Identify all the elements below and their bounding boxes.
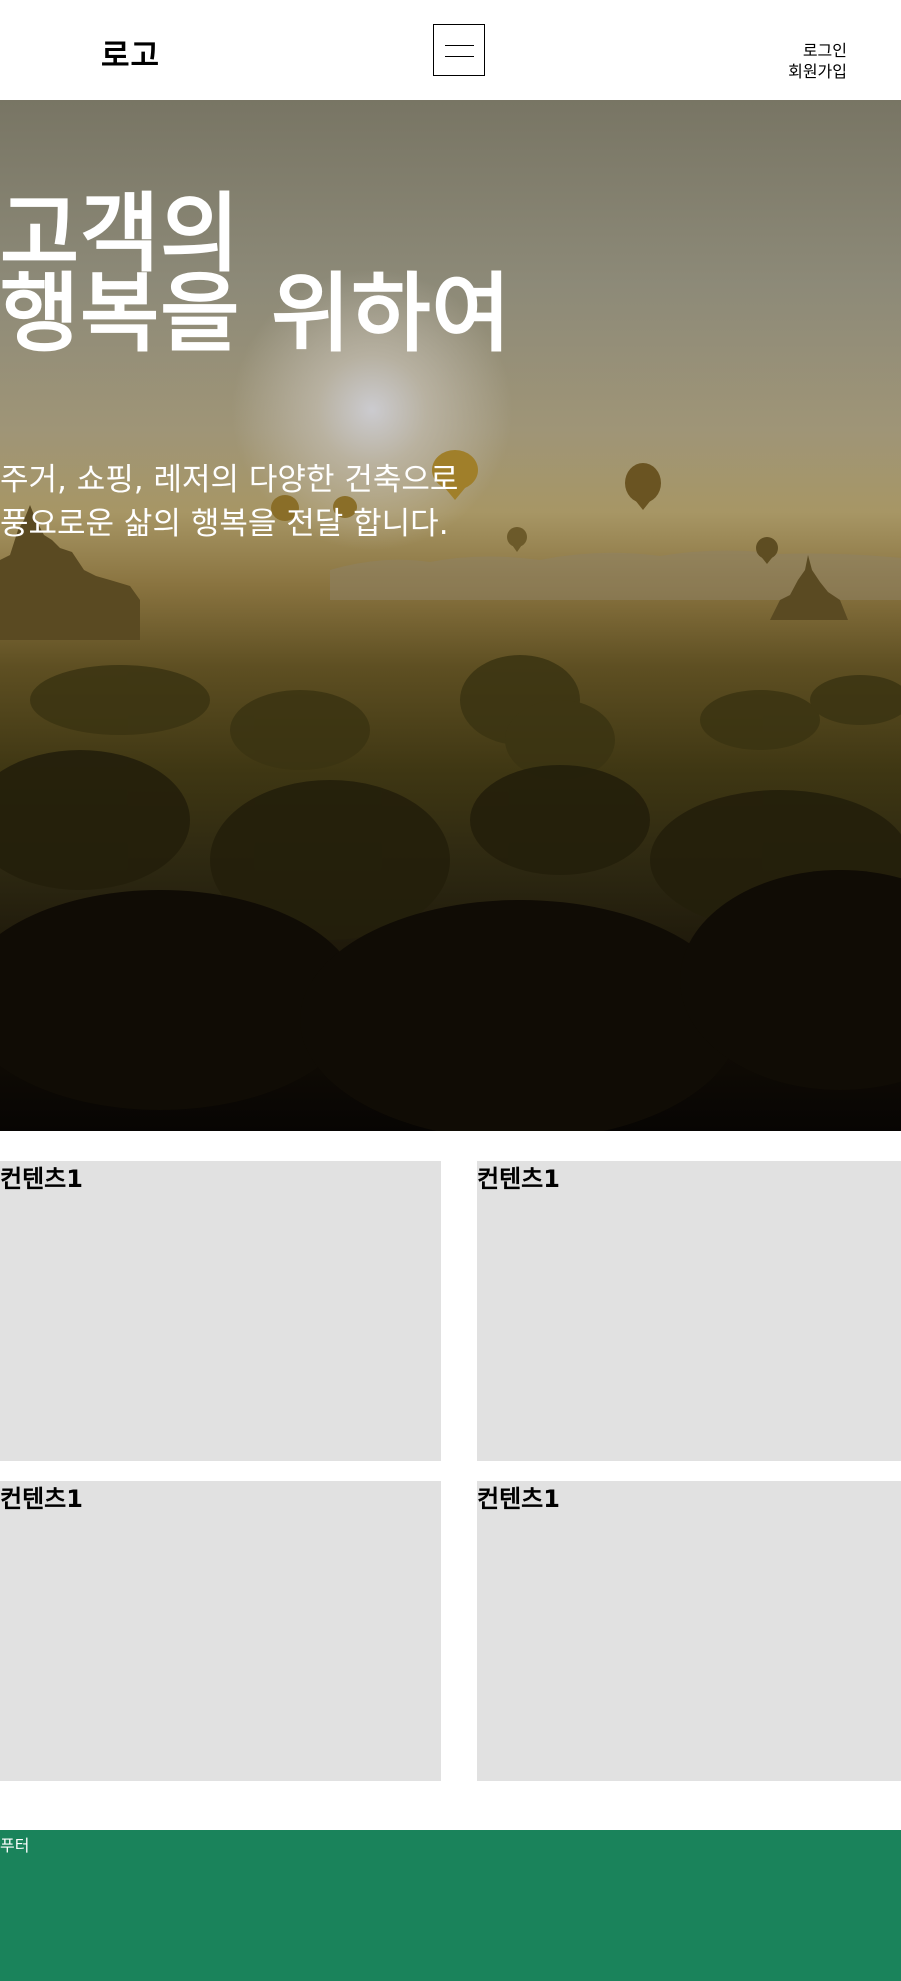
hero-title: 고객의 행복을 위하여 bbox=[0, 184, 512, 364]
menu-bar-top bbox=[445, 45, 474, 46]
login-link[interactable]: 로그인 bbox=[788, 40, 847, 61]
content-card-1[interactable]: 컨텐츠1 bbox=[0, 1161, 441, 1461]
content-card-title: 컨텐츠1 bbox=[477, 1485, 560, 1513]
content-card-2[interactable]: 컨텐츠1 bbox=[477, 1161, 901, 1461]
hero-title-line-1: 고객의 bbox=[0, 184, 241, 284]
hero-banner: 고객의 행복을 위하여 주거, 쇼핑, 레저의 다양한 건축으로 풍요로운 삶의… bbox=[0, 100, 901, 1131]
hero-subtitle-line-1: 주거, 쇼핑, 레저의 다양한 건축으로 bbox=[0, 462, 459, 498]
content-card-title: 컨텐츠1 bbox=[477, 1165, 560, 1193]
auth-links: 로그인 회원가입 bbox=[788, 40, 847, 82]
logo[interactable]: 로고 bbox=[101, 30, 160, 75]
site-footer: 푸터 bbox=[0, 1830, 901, 1981]
footer-label: 푸터 bbox=[0, 1836, 30, 1855]
hero-subtitle: 주거, 쇼핑, 레저의 다양한 건축으로 풍요로운 삶의 행복을 전달 합니다. bbox=[0, 458, 458, 546]
content-card-4[interactable]: 컨텐츠1 bbox=[477, 1481, 901, 1781]
hero-title-line-2: 행복을 위하여 bbox=[0, 264, 512, 364]
site-header: 로고 로그인 회원가입 bbox=[0, 0, 901, 100]
signup-link[interactable]: 회원가입 bbox=[788, 61, 847, 82]
hamburger-menu-icon[interactable] bbox=[433, 24, 485, 76]
hero-subtitle-line-2: 풍요로운 삶의 행복을 전달 합니다. bbox=[0, 506, 449, 542]
content-card-3[interactable]: 컨텐츠1 bbox=[0, 1481, 441, 1781]
content-card-title: 컨텐츠1 bbox=[0, 1485, 83, 1513]
content-card-title: 컨텐츠1 bbox=[0, 1165, 83, 1193]
menu-bar-bottom bbox=[445, 56, 474, 57]
